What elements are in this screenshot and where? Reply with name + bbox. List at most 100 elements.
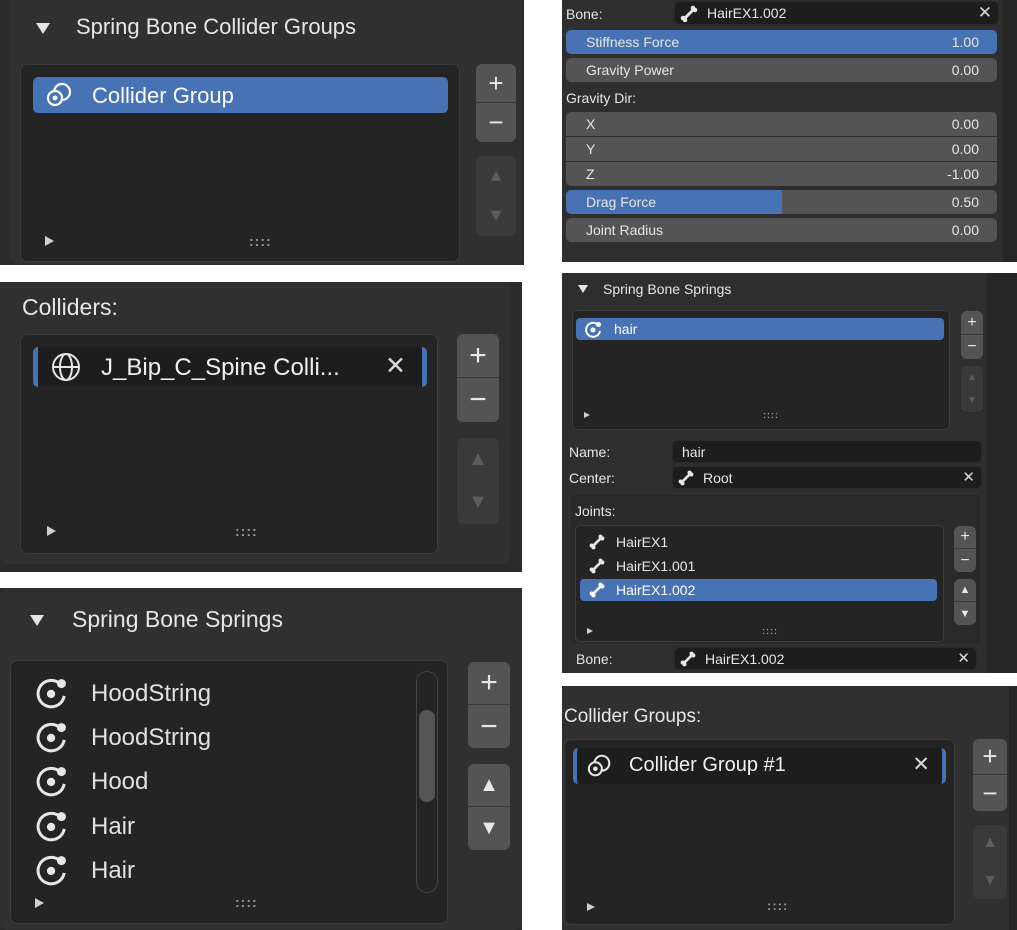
resize-grip[interactable]: ::::: [235, 523, 258, 539]
move-buttons: ▲ ▼: [973, 825, 1007, 899]
remove-button[interactable]: −: [961, 335, 983, 359]
remove-button[interactable]: −: [476, 103, 516, 141]
filter-expand-icon[interactable]: [33, 897, 45, 909]
scrollbar-thumb[interactable]: [419, 710, 435, 802]
move-up-button[interactable]: ▲: [961, 366, 983, 388]
colliders-panel: Colliders: J_Bip_C_Spine Colli... ✕ ::::…: [0, 282, 522, 572]
panel-header-title[interactable]: Spring Bone Springs: [603, 281, 731, 297]
add-button[interactable]: +: [973, 739, 1007, 774]
list-item[interactable]: Hair: [29, 850, 409, 890]
list-item[interactable]: HoodString: [29, 673, 409, 713]
collider-groups-list[interactable]: Collider Group ::::: [20, 64, 460, 262]
move-down-button[interactable]: ▼: [973, 862, 1007, 899]
collapse-arrow-icon[interactable]: [34, 21, 52, 35]
add-button[interactable]: +: [468, 662, 510, 704]
field-label: X: [586, 116, 596, 132]
list-item[interactable]: hair: [576, 318, 944, 340]
bone-icon: [588, 557, 606, 575]
move-down-button[interactable]: ▼: [961, 389, 983, 412]
list-item-label: Hair: [91, 813, 136, 840]
colliders-label: Colliders:: [22, 294, 118, 320]
list-item[interactable]: Hood: [29, 761, 409, 801]
gravity-x-field[interactable]: X 0.00: [566, 112, 997, 136]
list-scrollbar[interactable]: [416, 671, 438, 893]
resize-grip[interactable]: ::::: [763, 410, 779, 420]
center-field[interactable]: Root ✕: [672, 466, 982, 489]
filter-expand-icon[interactable]: [585, 901, 597, 913]
panel-header-title[interactable]: Spring Bone Springs: [72, 606, 283, 633]
list-item[interactable]: Hair: [29, 806, 409, 846]
collider-groups-list[interactable]: Collider Group #1 ✕ ::::: [564, 739, 955, 925]
resize-grip[interactable]: ::::: [767, 898, 788, 913]
add-button[interactable]: +: [954, 526, 976, 548]
add-remove-buttons: + −: [457, 334, 499, 422]
clear-icon[interactable]: ✕: [962, 468, 975, 486]
collapse-arrow-icon[interactable]: [576, 283, 590, 295]
list-item[interactable]: HairEX1.002: [580, 579, 937, 601]
list-item[interactable]: HairEX1: [580, 531, 936, 553]
move-up-button[interactable]: ▲: [457, 438, 499, 480]
field-label: Y: [586, 141, 596, 157]
filter-expand-icon[interactable]: [583, 411, 591, 419]
resize-grip[interactable]: ::::: [762, 626, 778, 636]
springs-list[interactable]: HoodString HoodString Hood Hair Hair:::…: [10, 660, 448, 924]
stiffness-force-slider[interactable]: Stiffness Force 1.00: [566, 30, 997, 54]
drag-force-slider[interactable]: Drag Force 0.50: [566, 190, 997, 214]
joints-list[interactable]: HairEX1 HairEX1.001 HairEX1.002 ::::: [575, 525, 944, 642]
gravity-power-slider[interactable]: Gravity Power 0.00: [566, 58, 997, 82]
add-button[interactable]: +: [457, 334, 499, 377]
remove-button[interactable]: −: [973, 775, 1007, 811]
name-label: Name:: [569, 444, 611, 460]
list-item[interactable]: Collider Group #1 ✕: [573, 748, 946, 784]
list-item[interactable]: HairEX1.001: [580, 555, 936, 577]
remove-button[interactable]: −: [468, 705, 510, 748]
filter-expand-icon[interactable]: [45, 525, 57, 537]
list-item[interactable]: HoodString: [29, 717, 409, 757]
bone-field[interactable]: HairEX1.002 ✕: [674, 1, 999, 25]
clear-icon[interactable]: ✕: [957, 649, 970, 667]
collapse-arrow-icon[interactable]: [28, 613, 46, 627]
move-down-button[interactable]: ▼: [954, 602, 976, 625]
list-item-label: HairEX1.002: [616, 582, 696, 598]
list-item[interactable]: J_Bip_C_Spine Colli... ✕: [33, 347, 427, 387]
move-up-button[interactable]: ▲: [476, 156, 516, 195]
spring-bone-springs-panel: Spring Bone Springs HoodString HoodStrin…: [0, 588, 522, 930]
list-item[interactable]: Collider Group: [33, 77, 448, 113]
list-item-label: Hood: [91, 768, 149, 795]
filter-expand-icon[interactable]: [43, 235, 55, 247]
move-up-button[interactable]: ▲: [954, 579, 976, 601]
add-button[interactable]: +: [476, 64, 516, 102]
bone-label: Bone:: [576, 651, 613, 667]
remove-icon[interactable]: ✕: [385, 351, 406, 381]
panel-header-title[interactable]: Spring Bone Collider Groups: [76, 14, 356, 40]
collider-groups-label: Collider Groups:: [564, 706, 702, 727]
clear-icon[interactable]: ✕: [978, 3, 992, 23]
remove-icon[interactable]: ✕: [912, 752, 930, 777]
bone-icon: [679, 650, 697, 668]
move-down-button[interactable]: ▼: [476, 196, 516, 235]
move-down-button[interactable]: ▼: [457, 481, 499, 524]
springs-list[interactable]: hair ::::: [572, 310, 950, 430]
add-button[interactable]: +: [961, 311, 983, 334]
move-up-button[interactable]: ▲: [468, 764, 510, 806]
resize-grip[interactable]: ::::: [249, 233, 272, 249]
spring-icon: [35, 764, 69, 798]
name-field[interactable]: hair: [672, 440, 982, 463]
resize-grip[interactable]: ::::: [235, 894, 258, 910]
move-buttons: ▲ ▼: [961, 366, 983, 412]
move-down-button[interactable]: ▼: [468, 807, 510, 850]
gravity-z-field[interactable]: Z -1.00: [566, 162, 997, 186]
bone-field[interactable]: HairEX1.002 ✕: [674, 647, 977, 670]
remove-button[interactable]: −: [457, 378, 499, 422]
gravity-y-field[interactable]: Y 0.00: [566, 137, 997, 161]
joints-label: Joints:: [575, 503, 616, 519]
filter-expand-icon[interactable]: [586, 627, 594, 635]
move-buttons: ▲ ▼: [476, 156, 516, 236]
move-up-button[interactable]: ▲: [973, 825, 1007, 861]
collider-groups-ref-panel: Collider Groups: Collider Group #1 ✕ :::…: [562, 686, 1017, 930]
field-label: Z: [586, 166, 595, 182]
move-buttons: ▲ ▼: [954, 579, 976, 625]
joint-radius-slider[interactable]: Joint Radius 0.00: [566, 218, 997, 242]
colliders-list[interactable]: J_Bip_C_Spine Colli... ✕ ::::: [20, 334, 438, 554]
remove-button[interactable]: −: [954, 549, 976, 572]
